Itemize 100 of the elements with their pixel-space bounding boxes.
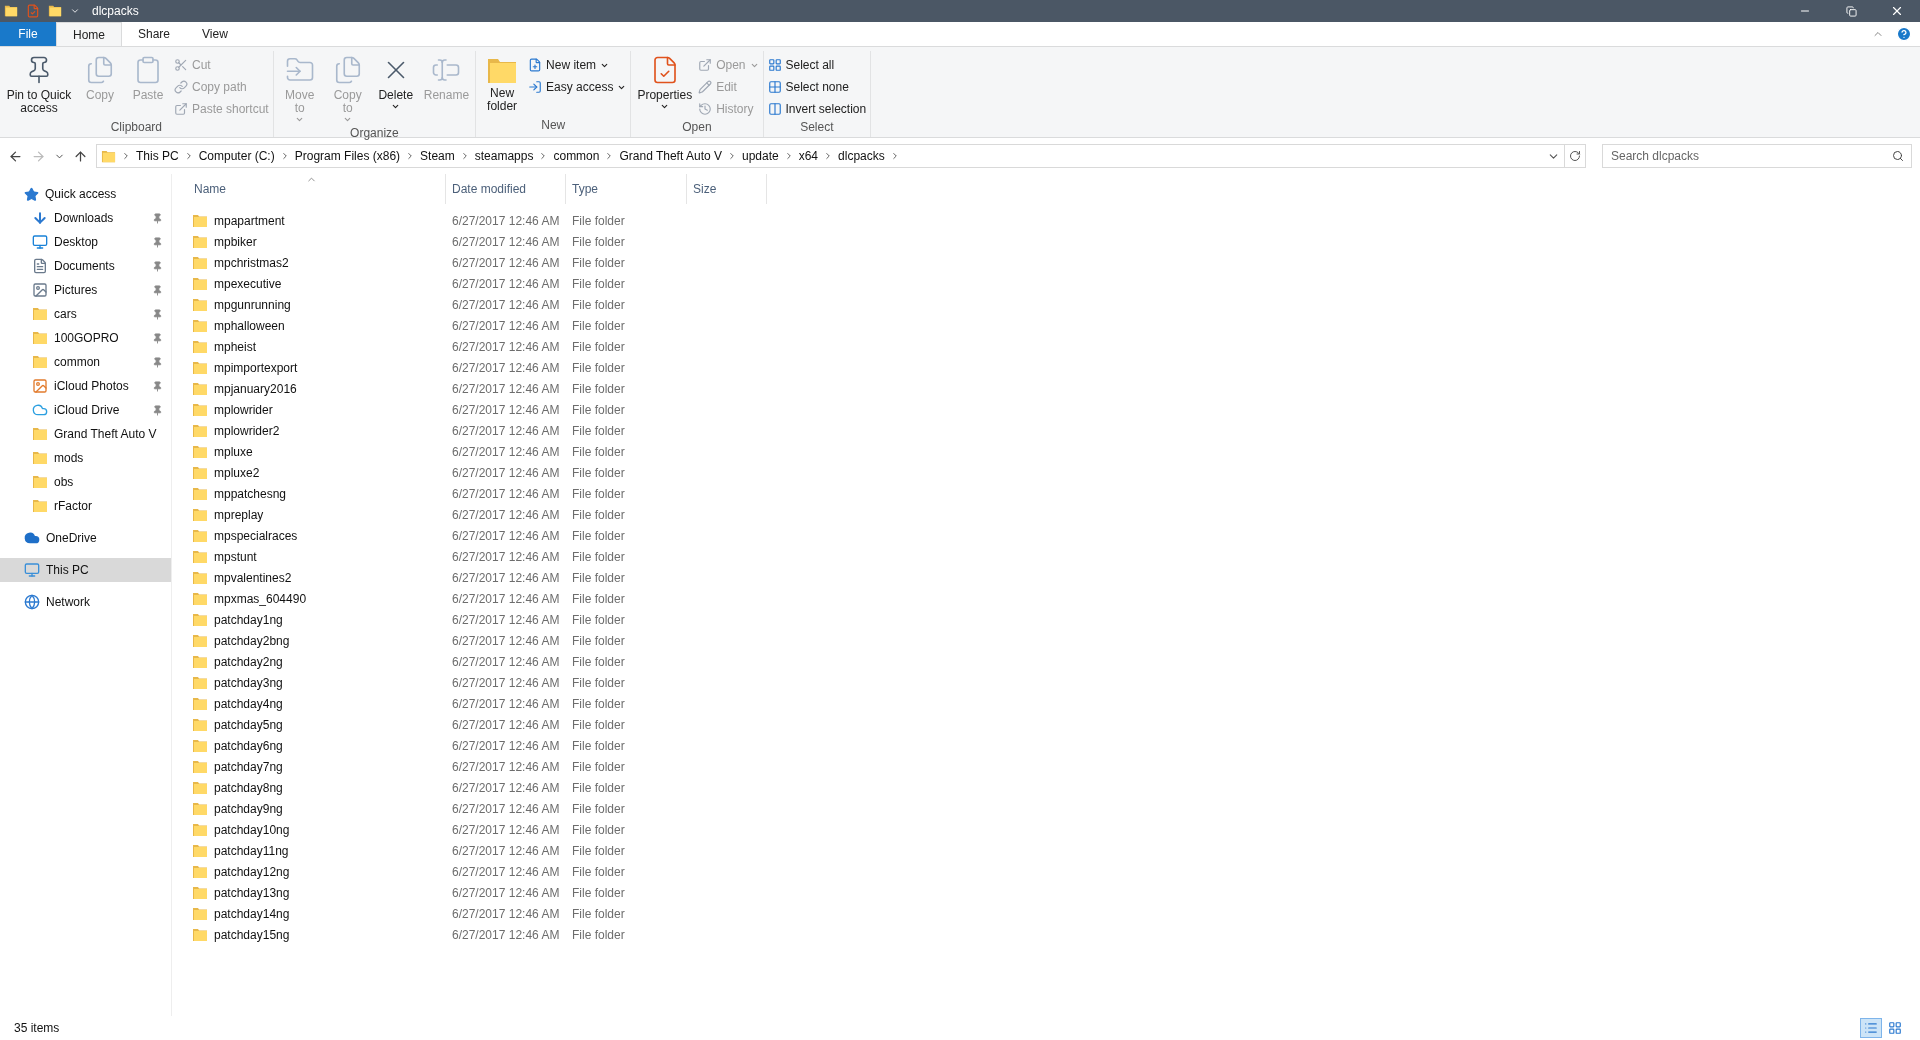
file-name[interactable]: patchday9ng xyxy=(214,799,283,818)
sidebar-item[interactable]: 100GOPRO xyxy=(0,326,171,350)
sidebar-label: common xyxy=(54,354,101,371)
pin-icon xyxy=(152,284,163,296)
file-name[interactable]: mpxmas_604490 xyxy=(214,589,307,608)
file-name[interactable]: mpjanuary2016 xyxy=(214,379,297,398)
breadcrumb[interactable]: Computer (C:) xyxy=(198,147,275,165)
breadcrumb[interactable]: Grand Theft Auto V xyxy=(619,147,722,165)
sidebar-item[interactable]: Network xyxy=(0,590,171,614)
file-name[interactable]: mpexecutive xyxy=(214,274,282,293)
file-name[interactable]: patchday10ng xyxy=(214,820,290,839)
sidebar-item[interactable]: iCloud Drive xyxy=(0,398,171,422)
ribbon-button[interactable]: Select all xyxy=(767,56,867,74)
help-icon[interactable] xyxy=(1896,26,1912,42)
file-name[interactable]: patchday3ng xyxy=(214,673,283,692)
ribbon-button[interactable]: New folder xyxy=(480,55,525,113)
sidebar-item[interactable]: Grand Theft Auto V xyxy=(0,422,171,446)
ribbon-button[interactable]: Delete xyxy=(373,55,418,111)
file-name[interactable]: patchday6ng xyxy=(214,736,283,755)
file-name[interactable]: mpimportexport xyxy=(214,358,298,377)
file-name[interactable]: mpbiker xyxy=(214,232,257,251)
sidebar-item[interactable]: cars xyxy=(0,302,171,326)
sidebar-item[interactable]: Documents xyxy=(0,254,171,278)
ribbon-button[interactable]: Select none xyxy=(767,78,867,96)
column-header[interactable]: Date modified xyxy=(446,174,566,204)
sidebar-item[interactable]: iCloud Photos xyxy=(0,374,171,398)
ribbon-button[interactable]: Invert selection xyxy=(767,100,867,118)
file-name[interactable]: mppatchesng xyxy=(214,484,287,503)
cloud-icon xyxy=(24,530,40,546)
file-name[interactable]: mpluxe2 xyxy=(214,463,260,482)
ribbon-button[interactable]: New item xyxy=(528,56,627,74)
column-header[interactable]: Size xyxy=(687,174,767,204)
file-name[interactable]: mplowrider xyxy=(214,400,273,419)
ribbon-button[interactable]: Easy access xyxy=(528,78,627,96)
search-field[interactable]: Search dlcpacks xyxy=(1602,144,1912,168)
file-name[interactable]: mpapartment xyxy=(214,211,285,230)
sidebar-item[interactable]: Pictures xyxy=(0,278,171,302)
ribbon-tab[interactable]: Home xyxy=(56,22,122,46)
file-name[interactable]: mpspecialraces xyxy=(214,526,298,545)
sidebar-item[interactable]: rFactor xyxy=(0,494,171,518)
sidebar-item[interactable]: obs xyxy=(0,470,171,494)
breadcrumb[interactable]: common xyxy=(553,147,600,165)
file-name[interactable]: patchday8ng xyxy=(214,778,283,797)
column-header[interactable]: Name xyxy=(188,174,446,204)
file-name[interactable]: patchday7ng xyxy=(214,757,283,776)
file-name[interactable]: patchday14ng xyxy=(214,904,290,923)
sidebar-item[interactable]: OneDrive xyxy=(0,526,171,550)
breadcrumb[interactable]: x64 xyxy=(798,147,819,165)
chevron-icon[interactable] xyxy=(121,151,131,161)
forward-icon[interactable] xyxy=(31,148,46,164)
file-name[interactable]: mpvalentines2 xyxy=(214,568,292,587)
date-cell-text: 6/27/2017 12:46 AM xyxy=(451,527,561,545)
file-name[interactable]: mphalloween xyxy=(214,316,285,335)
breadcrumb[interactable]: This PC xyxy=(136,147,179,165)
ribbon-tab[interactable]: Share xyxy=(122,22,187,46)
sidebar-item[interactable]: Desktop xyxy=(0,230,171,254)
up-icon[interactable] xyxy=(73,148,88,164)
sidebar-item[interactable]: common xyxy=(0,350,171,374)
breadcrumb[interactable]: steamapps xyxy=(474,147,534,165)
caret-icon[interactable] xyxy=(70,6,80,16)
sidebar-item[interactable]: Downloads xyxy=(0,206,171,230)
breadcrumb[interactable]: Steam xyxy=(420,147,455,165)
folder-icon xyxy=(192,821,208,838)
file-name[interactable]: mpchristmas2 xyxy=(214,253,289,272)
breadcrumb[interactable]: Program Files (x86) xyxy=(294,147,401,165)
sidebar-label: obs xyxy=(54,474,75,491)
file-name[interactable]: patchday12ng xyxy=(214,862,290,881)
refresh-icon[interactable] xyxy=(1569,150,1581,162)
breadcrumb[interactable]: update xyxy=(742,147,779,165)
address-bar[interactable]: This PC Computer (C:) Program Files (x86) Steam steamapps common Grand Theft Auto V update x64 dlcpacks xyxy=(96,144,1586,168)
view-button[interactable] xyxy=(1860,1018,1882,1038)
file-name[interactable]: patchday1ng xyxy=(214,610,283,629)
file-name[interactable]: patchday13ng xyxy=(214,883,290,902)
sidebar-item[interactable]: mods xyxy=(0,446,171,470)
file-name[interactable]: mpreplay xyxy=(214,505,264,524)
chevron-icon[interactable] xyxy=(727,151,737,161)
file-name[interactable]: patchday11ng xyxy=(214,841,289,860)
ribbon-button[interactable]: Properties xyxy=(635,55,695,111)
file-name[interactable]: patchday15ng xyxy=(214,925,290,944)
sidebar-item[interactable]: This PC xyxy=(0,558,171,582)
file-name[interactable]: mpstunt xyxy=(214,547,257,566)
tiles-view-icon xyxy=(1888,1021,1902,1035)
ribbon-button[interactable]: Pin to Quick access xyxy=(4,55,74,115)
file-name[interactable]: mpheist xyxy=(214,337,257,356)
button-icon xyxy=(174,80,188,94)
file-name[interactable]: patchday2bng xyxy=(214,631,290,650)
file-name[interactable]: patchday5ng xyxy=(214,715,283,734)
ribbon-tab[interactable]: View xyxy=(186,22,244,46)
properties-icon[interactable] xyxy=(26,4,40,18)
file-name[interactable]: mplowrider2 xyxy=(214,421,280,440)
file-name[interactable]: patchday4ng xyxy=(214,694,283,713)
file-name[interactable]: mpluxe xyxy=(214,442,253,461)
ribbon-tab[interactable]: File xyxy=(0,22,56,46)
column-header[interactable]: Type xyxy=(566,174,687,204)
file-name[interactable]: patchday2ng xyxy=(214,652,283,671)
sidebar-item[interactable]: Quick access xyxy=(0,182,171,206)
breadcrumb[interactable]: dlcpacks xyxy=(838,147,885,165)
file-name[interactable]: mpgunrunning xyxy=(214,295,291,314)
type-cell-text: File folder xyxy=(571,926,626,944)
back-icon[interactable] xyxy=(8,148,23,164)
